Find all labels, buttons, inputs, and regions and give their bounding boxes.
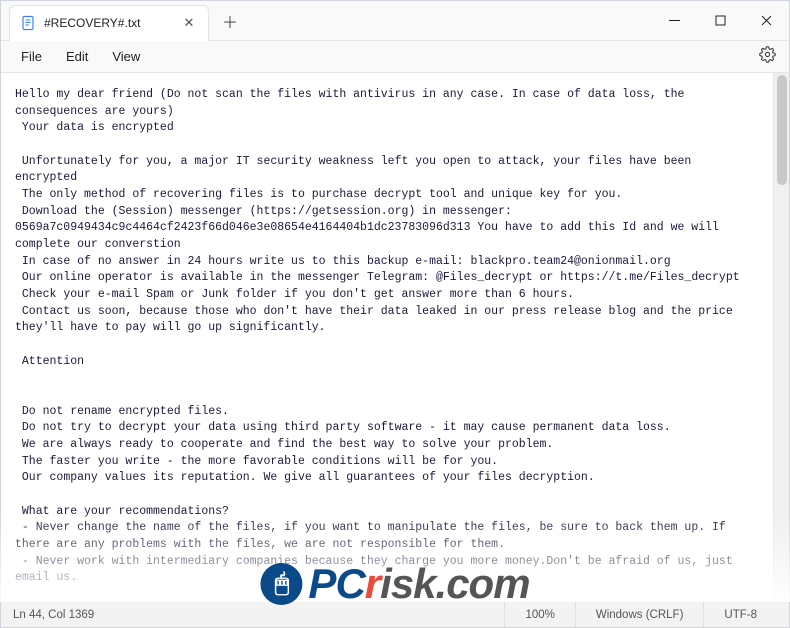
new-tab-button[interactable]: ＋ xyxy=(215,6,245,36)
maximize-button[interactable] xyxy=(697,1,743,41)
statusbar: Ln 44, Col 1369 100% Windows (CRLF) UTF-… xyxy=(1,601,789,627)
content-area: Hello my dear friend (Do not scan the fi… xyxy=(1,73,789,601)
gear-icon xyxy=(759,46,776,68)
status-zoom[interactable]: 100% xyxy=(504,602,574,627)
close-button[interactable] xyxy=(743,1,789,41)
status-caret: Ln 44, Col 1369 xyxy=(13,609,504,621)
menu-view[interactable]: View xyxy=(100,45,152,68)
tab-close-button[interactable]: ✕ xyxy=(182,16,196,30)
menu-file[interactable]: File xyxy=(9,45,54,68)
menu-edit[interactable]: Edit xyxy=(54,45,100,68)
window-controls xyxy=(651,1,789,41)
tab-title: #RECOVERY#.txt xyxy=(44,16,174,30)
status-eol[interactable]: Windows (CRLF) xyxy=(575,602,704,627)
text-editor[interactable]: Hello my dear friend (Do not scan the fi… xyxy=(1,73,773,601)
titlebar: #RECOVERY#.txt ✕ ＋ xyxy=(1,1,789,41)
notepad-window: #RECOVERY#.txt ✕ ＋ File Edit View xyxy=(0,0,790,628)
vertical-scrollbar[interactable] xyxy=(773,73,789,601)
document-icon xyxy=(20,15,36,31)
settings-button[interactable] xyxy=(753,43,781,71)
minimize-button[interactable] xyxy=(651,1,697,41)
document-tab[interactable]: #RECOVERY#.txt ✕ xyxy=(9,5,209,41)
menubar: File Edit View xyxy=(1,41,789,73)
scrollbar-thumb[interactable] xyxy=(777,75,787,185)
status-encoding[interactable]: UTF-8 xyxy=(703,602,777,627)
